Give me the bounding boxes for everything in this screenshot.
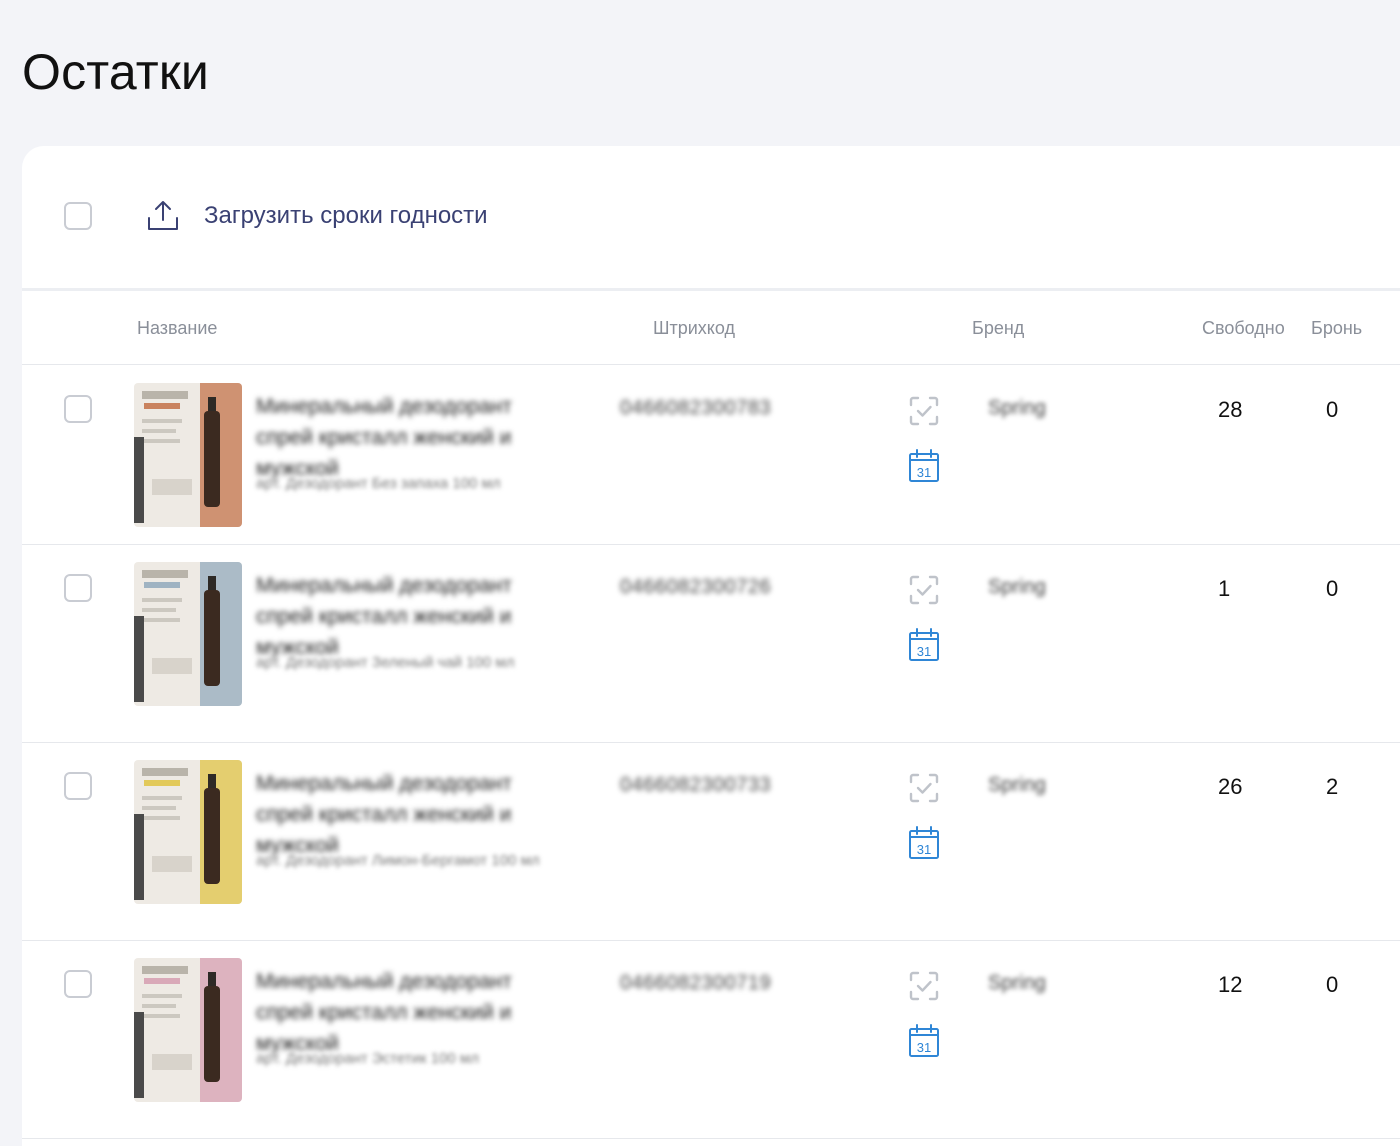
svg-text:31: 31 (917, 644, 931, 659)
row-checkbox[interactable] (64, 970, 92, 998)
barcode-value: 0466082300783 (620, 397, 772, 419)
scan-check-icon[interactable] (908, 970, 940, 1002)
free-quantity: 28 (1218, 397, 1243, 422)
free-quantity: 1 (1218, 576, 1231, 601)
page-title: Остатки (22, 44, 210, 100)
scan-check-icon[interactable] (908, 772, 940, 804)
calendar-icon[interactable]: 31 (908, 628, 940, 662)
svg-text:31: 31 (917, 1040, 931, 1055)
brand-value: Spring (988, 576, 1046, 598)
toolbar: Загрузить сроки годности (22, 146, 1400, 291)
reserved-quantity: 0 (1326, 397, 1339, 422)
column-header-reserved[interactable]: Бронь (1311, 318, 1362, 339)
svg-text:31: 31 (917, 465, 931, 480)
table-row[interactable]: Минеральный дезодорант спрей кристалл же… (22, 940, 1400, 1139)
table-row[interactable]: Минеральный дезодорант спрей кристалл же… (22, 365, 1400, 545)
column-header-brand[interactable]: Бренд (972, 318, 1024, 339)
table-row[interactable]: Минеральный дезодорант спрей кристалл же… (22, 544, 1400, 743)
scan-check-icon[interactable] (908, 574, 940, 606)
column-header-name[interactable]: Название (137, 318, 217, 339)
svg-text:31: 31 (917, 842, 931, 857)
brand-value: Spring (988, 774, 1046, 796)
barcode-value: 0466082300726 (620, 576, 772, 598)
product-image[interactable] (134, 760, 242, 904)
calendar-icon[interactable]: 31 (908, 449, 940, 483)
barcode-value: 0466082300719 (620, 972, 772, 994)
upload-icon (148, 201, 178, 230)
free-quantity: 26 (1218, 774, 1243, 799)
product-article: арт. Дезодорант Без запаха 100 мл (256, 475, 501, 492)
product-image[interactable] (134, 383, 242, 527)
reserved-quantity: 2 (1326, 774, 1339, 799)
column-header-free[interactable]: Свободно (1202, 318, 1285, 339)
reserved-quantity: 0 (1326, 972, 1339, 997)
brand-value: Spring (988, 397, 1046, 419)
row-checkbox[interactable] (64, 574, 92, 602)
product-image[interactable] (134, 562, 242, 706)
select-all-checkbox[interactable] (64, 202, 92, 230)
scan-check-icon[interactable] (908, 395, 940, 427)
calendar-icon[interactable]: 31 (908, 826, 940, 860)
row-checkbox[interactable] (64, 772, 92, 800)
upload-expiry-button[interactable]: Загрузить сроки годности (146, 196, 488, 236)
barcode-value: 0466082300733 (620, 774, 772, 796)
product-article: арт. Дезодорант Эстетик 100 мл (256, 1050, 479, 1067)
reserved-quantity: 0 (1326, 576, 1339, 601)
product-article: арт. Дезодорант Зеленый чай 100 мл (256, 654, 515, 671)
upload-expiry-label: Загрузить сроки годности (204, 202, 488, 229)
column-header-barcode[interactable]: Штрихкод (653, 318, 735, 339)
calendar-icon[interactable]: 31 (908, 1024, 940, 1058)
table-header: Название Штрихкод Бренд Свободно Бронь (22, 288, 1400, 365)
product-article: арт. Дезодорант Лимон-Бергамот 100 мл (256, 852, 540, 869)
product-image[interactable] (134, 958, 242, 1102)
free-quantity: 12 (1218, 972, 1243, 997)
table-row[interactable]: Минеральный дезодорант спрей кристалл же… (22, 742, 1400, 941)
brand-value: Spring (988, 972, 1046, 994)
row-checkbox[interactable] (64, 395, 92, 423)
stock-card: Загрузить сроки годности Название Штрихк… (22, 146, 1400, 1146)
